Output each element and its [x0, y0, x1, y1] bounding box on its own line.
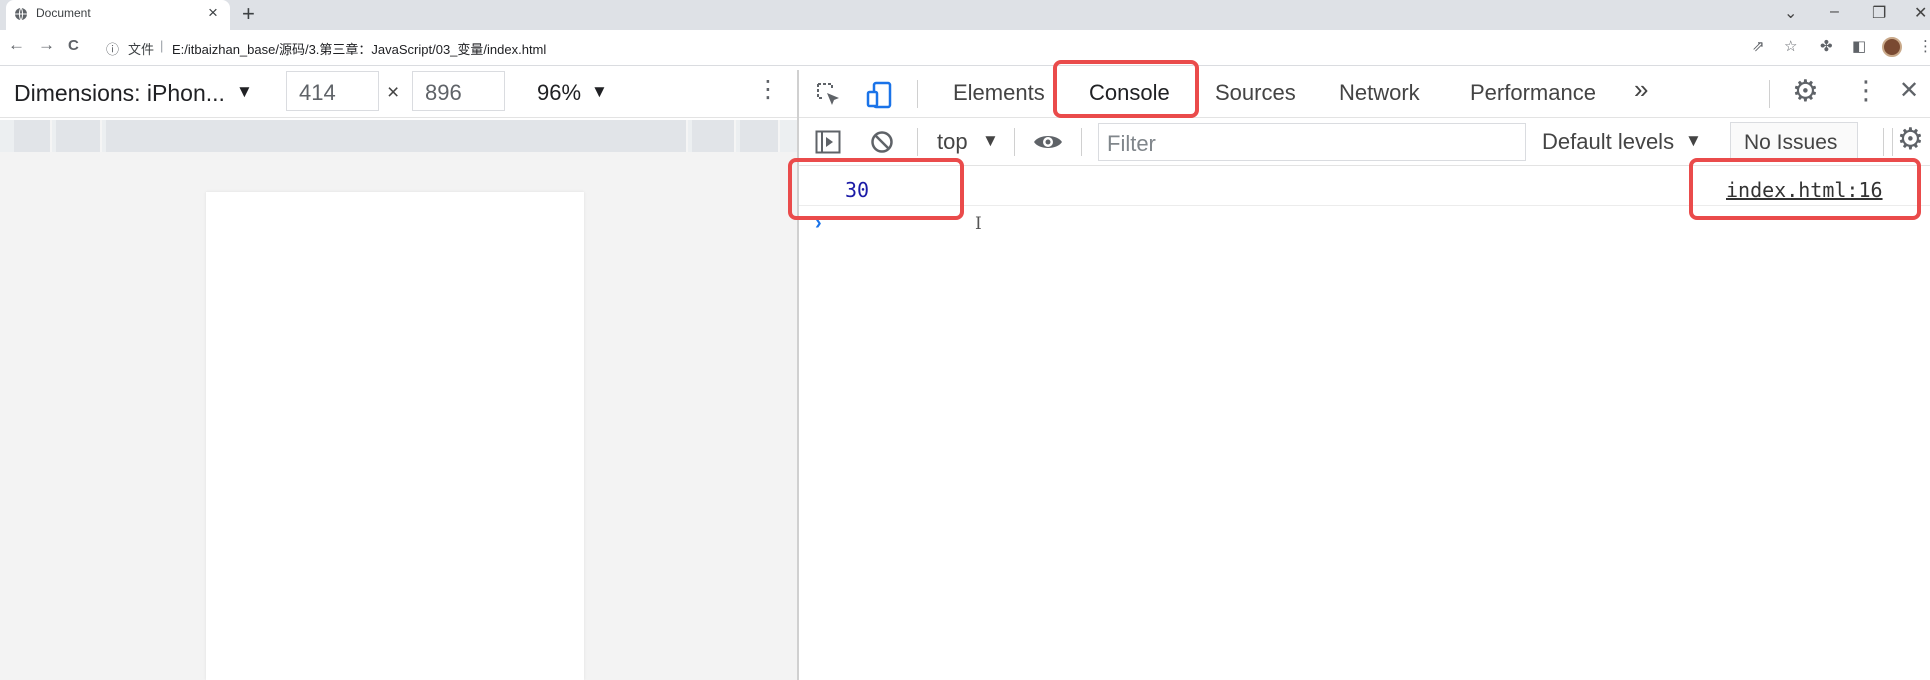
device-toolbar: Dimensions: iPhon... ▼ 414 × 896 96% ▼ ⋮ [0, 70, 798, 118]
device-dimensions-dropdown[interactable]: Dimensions: iPhon... [14, 80, 225, 107]
chevron-down-icon[interactable]: ▼ [591, 82, 608, 102]
toolbar-separator [917, 128, 918, 156]
back-button[interactable]: ← [8, 35, 25, 55]
tab-strip [0, 0, 1930, 30]
star-icon[interactable]: ☆ [1784, 37, 1797, 55]
share-icon[interactable]: ⇗ [1752, 37, 1765, 55]
toolbar-separator [1014, 128, 1015, 156]
menu-icon[interactable]: ⋮ [1918, 37, 1930, 55]
media-query-segment[interactable] [56, 120, 102, 152]
console-settings-icon[interactable]: ⚙ [1897, 122, 1924, 157]
new-tab-button[interactable]: + [242, 1, 255, 27]
sidebar-toggle-icon[interactable] [815, 130, 841, 154]
tab-title: Document [36, 6, 91, 20]
restore-button[interactable]: ❐ [1872, 3, 1886, 23]
media-query-segment[interactable] [740, 120, 780, 152]
chevron-down-icon[interactable]: ▼ [236, 82, 253, 102]
zoom-dropdown[interactable]: 96% [537, 80, 581, 106]
height-input[interactable]: 896 [412, 71, 505, 111]
close-devtools-icon[interactable]: ✕ [1899, 76, 1919, 105]
tab-performance[interactable]: Performance [1470, 80, 1596, 106]
emulated-page[interactable] [206, 192, 584, 680]
log-source-highlight [1689, 158, 1921, 220]
tab-elements[interactable]: Elements [953, 80, 1045, 106]
text-cursor: I [975, 214, 982, 234]
dimension-times-sign: × [387, 81, 400, 104]
extensions-icon[interactable]: ✤ [1820, 37, 1833, 55]
omnibox-scheme-label: 文件 [128, 42, 155, 57]
globe-icon [15, 7, 27, 21]
browser-tab[interactable]: Document × [6, 0, 230, 30]
more-options-icon[interactable]: ⋮ [756, 75, 780, 104]
console-tab-highlight [1053, 60, 1199, 118]
issues-button[interactable]: No Issues [1730, 122, 1858, 162]
tab-sources[interactable]: Sources [1215, 80, 1296, 106]
toolbar-separator [1892, 128, 1893, 156]
toolbar-separator [1769, 80, 1770, 108]
chevron-down-icon[interactable]: ▼ [1685, 131, 1702, 151]
toolbar-separator [1883, 128, 1884, 156]
sidepanel-icon[interactable]: ◧ [1852, 37, 1866, 55]
media-query-segment[interactable] [14, 120, 52, 152]
tab-network[interactable]: Network [1339, 80, 1420, 106]
log-levels-dropdown[interactable]: Default levels [1542, 129, 1674, 155]
omnibox-url[interactable]: E:/itbaizhan_base/源码/3.第三章：JavaScript/03… [172, 39, 546, 58]
media-query-segment[interactable] [106, 120, 688, 152]
device-toggle-icon[interactable] [865, 80, 895, 110]
inspect-element-icon[interactable] [815, 81, 843, 109]
tab-close-icon[interactable]: × [208, 3, 218, 23]
minimize-button[interactable]: – [1830, 3, 1839, 21]
forward-button[interactable]: → [38, 35, 55, 55]
clear-console-icon[interactable] [870, 130, 894, 154]
chevron-down-icon[interactable]: ▼ [982, 131, 999, 151]
media-query-segment[interactable] [692, 120, 736, 152]
toolbar-separator [1081, 128, 1082, 156]
close-window-button[interactable]: ✕ [1914, 3, 1927, 23]
more-tabs-icon[interactable]: » [1634, 74, 1648, 105]
devtools-more-icon[interactable]: ⋮ [1853, 75, 1879, 106]
context-selector[interactable]: top [937, 129, 968, 155]
avatar[interactable] [1882, 37, 1902, 57]
tab-search-icon[interactable]: ⌄ [1784, 3, 1797, 23]
site-info-icon[interactable]: ⓘ [106, 39, 119, 58]
settings-gear-icon[interactable]: ⚙ [1792, 74, 1819, 109]
address-bar: ← → C ⓘ 文件 | E:/itbaizhan_base/源码/3.第三章：… [0, 30, 1930, 66]
toolbar-separator [917, 80, 918, 108]
reload-button[interactable]: C [68, 37, 79, 54]
filter-input[interactable]: Filter [1098, 123, 1526, 161]
omnibox-separator: | [160, 38, 164, 53]
eye-icon[interactable] [1032, 132, 1064, 152]
devtools-tab-bar: Elements Console Sources Network Perform… [799, 70, 1930, 118]
log-value-highlight [788, 158, 964, 220]
width-input[interactable]: 414 [286, 71, 379, 111]
